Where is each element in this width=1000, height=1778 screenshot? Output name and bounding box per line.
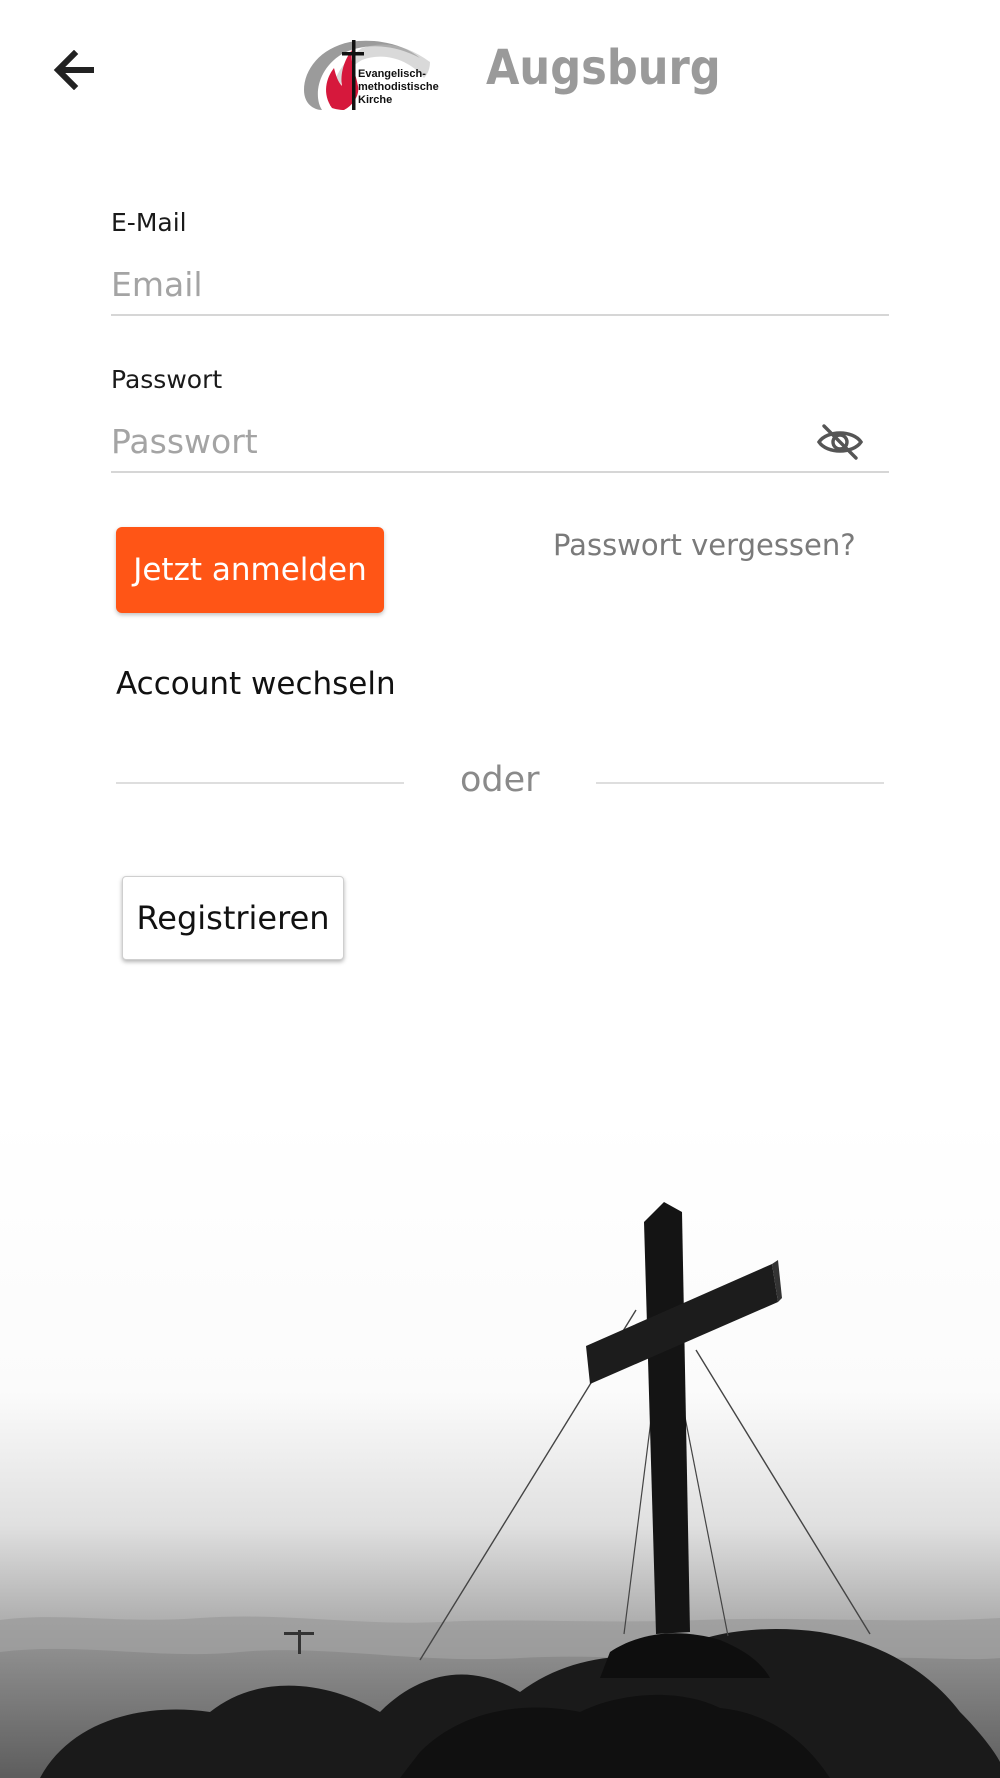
register-button[interactable]: Registrieren bbox=[122, 876, 344, 960]
login-button[interactable]: Jetzt anmelden bbox=[116, 527, 384, 613]
logo-text: Evangelisch- methodistische Kirche bbox=[358, 68, 439, 106]
divider-line-right bbox=[596, 782, 884, 784]
eye-off-icon bbox=[816, 424, 864, 460]
email-label: E-Mail bbox=[111, 208, 187, 237]
divider-line-left bbox=[116, 782, 404, 784]
summit-cross-photo bbox=[0, 1112, 1000, 1778]
email-field[interactable] bbox=[111, 254, 889, 316]
password-field[interactable] bbox=[111, 411, 889, 473]
switch-account-link[interactable]: Account wechseln bbox=[116, 666, 396, 702]
divider-text: oder bbox=[460, 760, 540, 800]
arrow-left-icon bbox=[53, 50, 94, 90]
back-button[interactable] bbox=[48, 44, 100, 96]
forgot-password-link[interactable]: Passwort vergessen? bbox=[553, 528, 856, 562]
location-title: Augsburg bbox=[486, 40, 721, 96]
password-label: Passwort bbox=[111, 365, 223, 394]
password-visibility-toggle[interactable] bbox=[812, 418, 868, 466]
login-screen: Evangelisch- methodistische Kirche Augsb… bbox=[0, 0, 1000, 1778]
